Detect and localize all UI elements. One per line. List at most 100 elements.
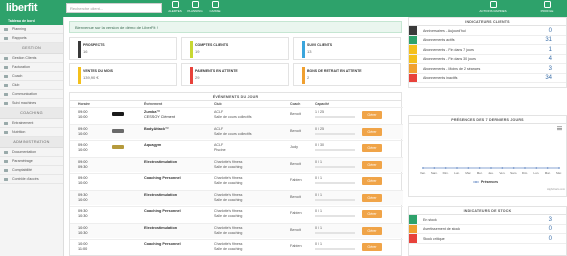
sidebar-item-club[interactable]: Club [0,81,63,90]
client-indicators-panel: INDICATEURS CLIENTS Anniversaires - Aujo… [408,17,567,88]
legend-label: Présences [481,180,498,184]
event-club: Charlotte's fitness Salle de coaching [214,225,243,235]
tile-monthly-sales[interactable]: VENTES DU MOIS 139,90 € [69,63,177,86]
attendance-chart: Ven. Sam. Dim. Lun. Mar. Mer. Jeu. Ven. Sam. Dim.… [409,124,567,192]
capacity-bar [315,182,355,184]
capacity-bar [315,198,355,201]
indicator-value[interactable]: 4 [549,56,552,62]
manage-event-button[interactable]: Gérer [362,226,382,235]
manage-event-button[interactable]: Gérer [362,193,382,202]
manage-event-button[interactable]: Gérer [362,127,382,136]
tile-client-followup[interactable]: SUIVI CLIENTS 13 [293,37,401,60]
stock-indicator-row[interactable]: Avertissement de stock 0 [409,224,566,234]
client-indicator-row[interactable]: Anniversaires - Aujourd'hui 0 [409,26,566,36]
manage-event-button[interactable]: Gérer [362,144,382,152]
sidebar-item-access-control[interactable]: Contrôle d'accès [0,175,63,184]
indicator-value[interactable]: 3 [549,217,552,223]
sidebar-item-training[interactable]: Entrainement [0,119,63,128]
alerts-button[interactable]: ALERTES [165,1,185,13]
message-icon [4,93,8,96]
machine-icon [4,102,8,105]
data-point [546,167,549,169]
sidebar-item-coach[interactable]: Coach [0,72,63,81]
event-capacity: 0 / 1 [315,209,322,213]
manage-event-button[interactable]: Gérer [362,160,382,169]
indicator-value[interactable]: 0 [549,28,552,34]
sidebar-item-communication[interactable]: Communication [0,90,63,99]
indicator-list: Anniversaires - Aujourd'hui 0 Abonnements … [409,26,566,83]
sidebar-item-dashboard[interactable]: Tableau de bord [0,17,63,25]
building-icon [4,84,8,87]
data-point [558,167,560,169]
column-header: Capacité [315,102,330,106]
search-input[interactable]: Recherche client... [66,3,162,13]
indicator-value[interactable]: 3 [549,66,552,72]
client-indicator-row[interactable]: Abonnements - Moins de 2 séances 3 [409,64,566,74]
user-icon [543,1,551,8]
dumbbell-icon [4,122,8,125]
summary-tiles: PROSPECTS 16 COMPTES CLIENTS 19 SUIVI CLIE… [69,37,402,87]
x-tick-label: Lun. [533,171,539,175]
sidebar-section-title: GESTION [0,43,63,54]
x-tick-label: Mar. [545,171,551,175]
sidebar-item-clients[interactable]: Gestion Clients [0,54,63,63]
stock-indicator-row[interactable]: En stock 3 [409,215,566,225]
indicator-value[interactable]: 31 [545,37,552,43]
event-time: 09:00 10:00 [78,143,88,152]
sidebar-item-documentation[interactable]: Documentation [0,148,63,157]
event-capacity: 0 / 1 [315,192,322,197]
manage-event-button[interactable]: Gérer [362,210,382,218]
stock-indicator-row[interactable]: Stock critique 0 [409,234,566,244]
indicator-value[interactable]: 0 [549,236,552,242]
data-point [422,167,424,169]
indicator-value[interactable]: 1 [549,47,552,53]
sidebar-item-settings[interactable]: Paramétrage [0,157,63,166]
sidebar-section-title: ADMINISTRATION [0,137,63,148]
planning-button[interactable]: PLANNING [185,1,205,13]
sidebar-item-accounting[interactable]: Comptabilité [0,166,63,175]
sidebar-item-billing[interactable]: Facturation [0,63,63,72]
logo[interactable]: liberfit [6,2,38,14]
quick-actions-button[interactable]: ACTIONS RAPIDES [478,1,508,13]
data-point [456,167,458,169]
sidebar-item-machines[interactable]: Suivi machines [0,99,63,108]
capacity-bar [315,149,355,151]
event-name: Zumba™ CESSOY Clément [144,110,175,119]
manage-event-button[interactable]: Gérer [362,111,382,119]
calendar-icon [4,28,8,31]
sidebar-item-planning[interactable]: Planning [0,25,63,34]
sidebar-item-nutrition[interactable]: Nutrition [0,128,63,137]
client-indicator-row[interactable]: Abonnements - Fin dans 30 jours 4 [409,54,566,64]
indicator-color [409,64,417,73]
indicator-label: En stock [423,217,437,222]
cash-register-button[interactable]: CAISSE [205,1,225,13]
data-point [535,167,538,169]
tile-client-accounts[interactable]: COMPTES CLIENTS 19 [181,37,289,60]
indicator-value[interactable]: 0 [549,226,552,232]
sidebar-item-reports[interactable]: Rapports [0,34,63,43]
event-name: Aquagym [144,143,162,147]
tile-prospects[interactable]: PROSPECTS 16 [69,37,177,60]
client-indicator-row[interactable]: Abonnements actifs 31 [409,35,566,45]
manage-event-button[interactable]: Gérer [362,243,382,251]
attendance-chart-svg: Ven. Sam. Dim. Lun. Mar. Mer. Jeu. Ven. Sam. Dim.… [420,126,565,191]
indicator-label: Abonnements - Moins de 2 séances [423,66,481,71]
events-table-body: 09:00 10:00 Zumba™ CESSOY Clément ACLF Salle … [70,107,403,256]
event-time: 09:30 10:30 [78,209,88,218]
event-capacity: 1 / 25 [315,110,324,114]
tile-pending-payments[interactable]: PAIEMENTS EN ATTENTE 29 [181,63,289,86]
tile-color-bar [302,67,305,84]
event-row: 10:00 11:00 Coaching Personnel Charlotte's … [70,239,403,254]
profile-button[interactable]: PROFILE [537,1,557,13]
indicator-value[interactable]: 34 [545,75,552,81]
event-coach: Benoit [290,194,301,199]
event-club: Charlotte's fitness Salle de coaching [214,192,243,202]
panel-title: INDICATEURS CLIENTS [409,18,566,26]
indicator-label: Abonnements actifs [423,38,455,42]
client-indicator-row[interactable]: Abonnements inactifs 34 [409,73,566,83]
tile-pending-withdrawals[interactable]: BONS DE RETRAIT EN ATTENTE 2 [293,63,401,86]
events-panel: ÉVÉNEMENTS DU JOUR Horaire Événement Clu… [69,92,403,256]
client-indicator-row[interactable]: Abonnements - Fin dans 7 jours 1 [409,45,566,55]
event-coach: Fabien [290,211,302,215]
manage-event-button[interactable]: Gérer [362,177,382,185]
